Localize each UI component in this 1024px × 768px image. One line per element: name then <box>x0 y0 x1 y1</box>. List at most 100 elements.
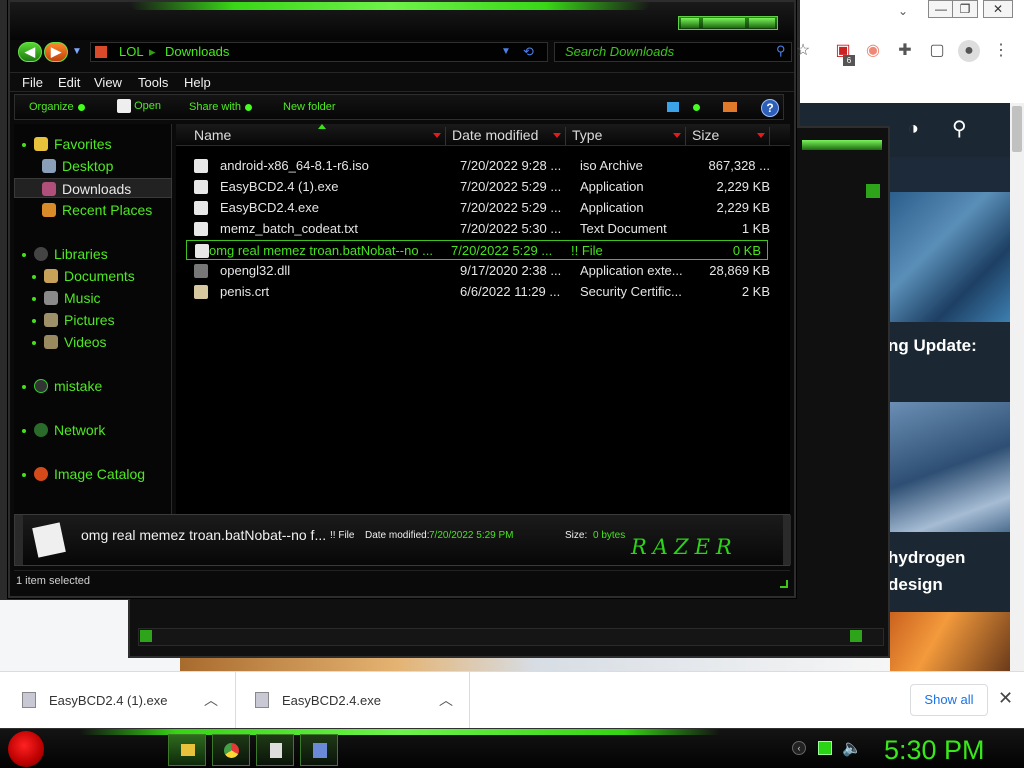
chevron-up-icon[interactable]: ︿ <box>439 672 453 729</box>
nav-recent-places[interactable]: Recent Places <box>14 200 172 220</box>
table-row[interactable]: opengl32.dll 9/17/2020 2:38 ... Applicatio… <box>188 261 770 281</box>
breadcrumb-separator-icon[interactable]: ▸ <box>149 43 156 61</box>
preview-pane-icon[interactable] <box>723 102 737 112</box>
taskbar-explorer-icon[interactable] <box>168 734 206 766</box>
close-downloads-icon[interactable]: ✕ <box>998 688 1013 709</box>
sort-arrow-icon[interactable] <box>433 133 441 138</box>
maximize-button[interactable] <box>703 18 745 28</box>
expand-bullet-icon[interactable] <box>32 341 36 346</box>
expand-bullet-icon[interactable] <box>32 275 36 280</box>
window-controls[interactable] <box>678 16 778 30</box>
nav-favorites[interactable]: Favorites <box>14 134 172 154</box>
minimize-button[interactable] <box>681 18 699 28</box>
table-row[interactable]: EasyBCD2.4.exe 7/20/2022 5:29 ... Applicat… <box>188 198 770 218</box>
expand-bullet-icon[interactable] <box>22 429 26 434</box>
scroll-up-icon[interactable] <box>866 184 880 198</box>
search-icon[interactable]: ⚲ <box>776 43 786 59</box>
column-name[interactable]: Name <box>180 127 446 145</box>
clock[interactable]: 5:30 PM <box>884 733 1014 767</box>
nav-desktop[interactable]: Desktop <box>14 156 172 176</box>
expand-bullet-icon[interactable] <box>32 319 36 324</box>
open-button[interactable]: Open <box>117 99 161 113</box>
explorer-window[interactable]: ◀ ▶ ▼ LOL ▸ Downloads ▼ ⟲ Search Downloa… <box>8 0 796 598</box>
scroll-right-icon[interactable] <box>850 630 862 642</box>
column-date-modified[interactable]: Date modified <box>448 127 566 145</box>
nav-mistake[interactable]: mistake <box>14 376 172 396</box>
close-icon[interactable]: ✕ <box>983 0 1013 18</box>
views-icon[interactable] <box>667 102 679 112</box>
nav-pictures[interactable]: Pictures <box>14 310 172 330</box>
expand-bullet-icon[interactable] <box>22 253 26 258</box>
resize-grip-icon[interactable] <box>780 580 788 588</box>
share-with-button[interactable]: Share with <box>189 101 252 113</box>
start-button-angry-bird-icon[interactable] <box>8 731 44 767</box>
download-item[interactable]: EasyBCD2.4.exe ︿ <box>237 672 470 729</box>
scrollbar[interactable] <box>1010 103 1024 671</box>
table-row[interactable]: penis.crt 6/6/2022 11:29 ... Security Cert… <box>188 282 770 302</box>
nav-libraries[interactable]: Libraries <box>14 244 172 264</box>
new-folder-button[interactable]: New folder <box>283 101 336 113</box>
menu-tools[interactable]: Tools <box>138 75 168 90</box>
back-arrow-icon[interactable]: ◀ <box>18 42 42 62</box>
nav-documents[interactable]: Documents <box>14 266 172 286</box>
nav-image-catalog[interactable]: Image Catalog <box>14 464 172 484</box>
kebab-menu-icon[interactable]: ⋮ <box>990 40 1012 62</box>
side-panel-icon[interactable]: ▢ <box>926 40 948 62</box>
search-icon[interactable]: ⚲ <box>952 116 967 141</box>
taskbar-chrome-icon[interactable] <box>212 734 250 766</box>
chevron-down-icon[interactable]: ⌄ <box>898 4 908 18</box>
table-row[interactable]: memz_batch_codeat.txt 7/20/2022 5:30 ... T… <box>188 219 770 239</box>
taskbar-notepad-icon[interactable] <box>256 734 294 766</box>
taskbar-app-icon[interactable] <box>300 734 338 766</box>
expand-bullet-icon[interactable] <box>22 385 26 390</box>
address-dropdown-icon[interactable]: ▼ <box>501 43 511 61</box>
views-dropdown-icon[interactable] <box>693 104 700 111</box>
sort-arrow-icon[interactable] <box>673 133 681 138</box>
article-heading[interactable]: hydrogen design <box>888 532 1010 612</box>
search-input[interactable]: Search Downloads <box>554 42 792 62</box>
close-button[interactable] <box>749 18 775 28</box>
table-row[interactable]: android-x86_64-8.1-r6.iso 7/20/2022 9:28 … <box>188 156 770 176</box>
article-image[interactable] <box>888 612 1010 671</box>
sort-arrow-icon[interactable] <box>757 133 765 138</box>
menu-view[interactable]: View <box>94 75 122 90</box>
sort-arrow-icon[interactable] <box>553 133 561 138</box>
article-image[interactable] <box>888 192 1010 322</box>
breadcrumb-lol[interactable]: LOL <box>119 43 144 61</box>
nav-videos[interactable]: Videos <box>14 332 172 352</box>
expand-bullet-icon[interactable] <box>22 473 26 478</box>
recent-pages-dropdown-icon[interactable]: ▼ <box>72 46 82 57</box>
article-heading[interactable]: ng Update: <box>888 322 1010 402</box>
menu-file[interactable]: File <box>22 75 43 90</box>
chevron-up-icon[interactable]: ︿ <box>204 672 218 729</box>
theme-toggle-icon[interactable]: ◑ <box>908 118 919 139</box>
forward-arrow-icon[interactable]: ▶ <box>44 42 68 62</box>
nav-network[interactable]: Network <box>14 420 172 440</box>
organize-button[interactable]: Organize <box>29 101 85 113</box>
scrollbar-thumb[interactable] <box>1012 106 1022 152</box>
file-list[interactable]: Name Date modified Type Size android-x86… <box>176 124 790 514</box>
breadcrumb-downloads[interactable]: Downloads <box>165 43 229 61</box>
article-image[interactable] <box>888 402 1010 532</box>
table-row-selected[interactable]: omg real memez troan.batNobat--no ... 7/2… <box>186 240 768 260</box>
nav-music[interactable]: Music <box>14 288 172 308</box>
expand-bullet-icon[interactable] <box>32 297 36 302</box>
column-type[interactable]: Type <box>568 127 686 145</box>
puzzle-icon[interactable]: ✚ <box>894 40 916 62</box>
expand-bullet-icon[interactable] <box>22 143 26 148</box>
column-size[interactable]: Size <box>688 127 770 145</box>
menu-help[interactable]: Help <box>184 75 211 90</box>
volume-icon[interactable]: 🔈 <box>842 738 862 758</box>
scroll-left-icon[interactable] <box>140 630 152 642</box>
refresh-icon[interactable]: ⟲ <box>523 43 534 61</box>
table-row[interactable]: EasyBCD2.4 (1).exe 7/20/2022 5:29 ... Appl… <box>188 177 770 197</box>
address-bar[interactable]: LOL ▸ Downloads ▼ ⟲ <box>90 42 548 62</box>
menu-edit[interactable]: Edit <box>58 75 80 90</box>
window-controls[interactable] <box>802 140 882 150</box>
minimize-icon[interactable]: — <box>928 0 954 18</box>
help-icon[interactable]: ? <box>761 99 779 117</box>
tray-app-icon[interactable] <box>818 741 832 755</box>
show-all-button[interactable]: Show all <box>910 684 988 716</box>
nav-downloads[interactable]: Downloads <box>14 178 172 198</box>
tray-expand-icon[interactable]: ‹ <box>792 741 806 755</box>
